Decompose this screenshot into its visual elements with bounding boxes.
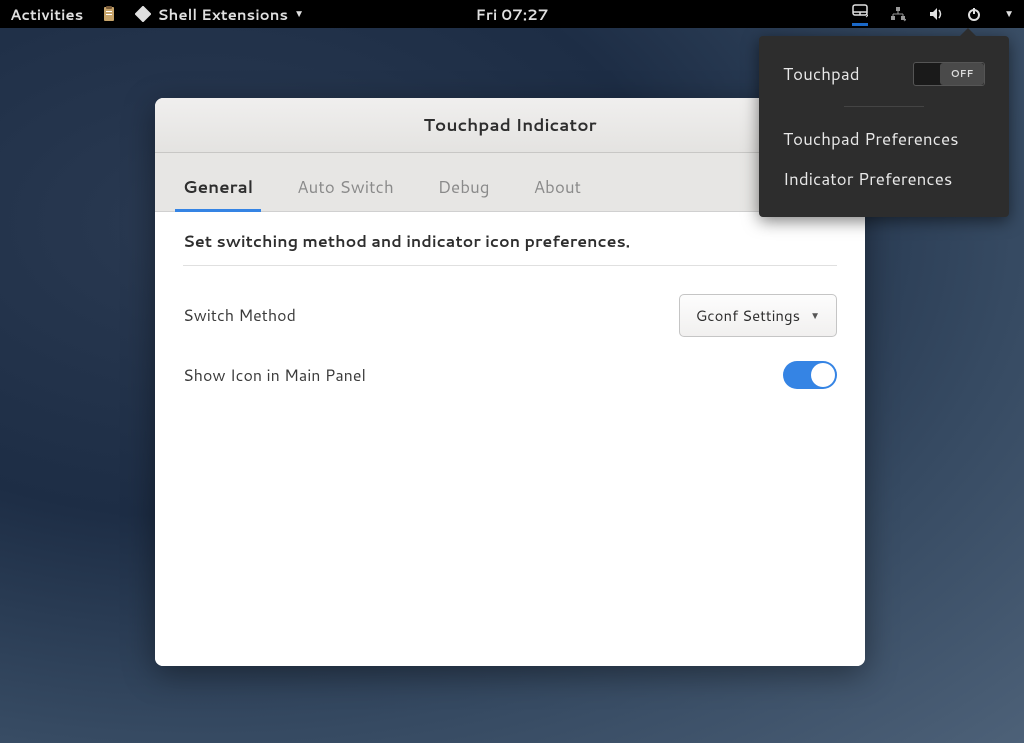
tab-general[interactable]: General bbox=[179, 167, 257, 211]
switch-method-combo[interactable]: Gconf Settings ▼ bbox=[679, 294, 837, 337]
panel-left: Activities Shell Extensions ▼ bbox=[10, 4, 304, 25]
chevron-down-icon: ▼ bbox=[810, 309, 820, 323]
svg-text:×: × bbox=[865, 9, 868, 19]
show-icon-switch[interactable] bbox=[783, 361, 837, 389]
clipboard-icon[interactable] bbox=[101, 6, 117, 22]
power-icon[interactable] bbox=[966, 6, 982, 22]
tab-about[interactable]: About bbox=[530, 167, 586, 211]
switch-method-value: Gconf Settings bbox=[696, 305, 800, 326]
touchpad-popup-menu: Touchpad OFF Touchpad Preferences Indica… bbox=[759, 36, 1009, 217]
tab-auto-switch[interactable]: Auto Switch bbox=[293, 167, 398, 211]
switch-method-row: Switch Method Gconf Settings ▼ bbox=[183, 282, 837, 349]
tab-debug[interactable]: Debug bbox=[434, 167, 494, 211]
window-title: Touchpad Indicator bbox=[424, 113, 597, 137]
svg-text:×: × bbox=[903, 15, 906, 22]
system-menu-arrow[interactable]: ▼ bbox=[1004, 7, 1014, 21]
activities-button[interactable]: Activities bbox=[10, 4, 83, 25]
app-menu[interactable]: Shell Extensions ▼ bbox=[135, 4, 304, 25]
switch-handle bbox=[811, 363, 835, 387]
indicator-preferences-item[interactable]: Indicator Preferences bbox=[783, 159, 985, 199]
volume-icon[interactable] bbox=[928, 6, 944, 22]
show-icon-label: Show Icon in Main Panel bbox=[183, 364, 366, 387]
chevron-down-icon: ▼ bbox=[294, 7, 304, 21]
network-icon[interactable]: × bbox=[890, 6, 906, 22]
top-panel: Activities Shell Extensions ▼ Fri 07:27 … bbox=[0, 0, 1024, 28]
touchpad-toggle[interactable]: OFF bbox=[913, 62, 985, 86]
touchpad-toggle-row: Touchpad OFF bbox=[783, 54, 985, 94]
toggle-state-label: OFF bbox=[940, 63, 984, 85]
window-content: Set switching method and indicator icon … bbox=[155, 212, 865, 666]
content-header: Set switching method and indicator icon … bbox=[183, 230, 837, 266]
panel-right: × × ▼ bbox=[852, 3, 1014, 26]
app-menu-label: Shell Extensions bbox=[157, 4, 288, 25]
clock[interactable]: Fri 07:27 bbox=[476, 4, 549, 25]
switch-method-label: Switch Method bbox=[183, 304, 296, 327]
show-icon-row: Show Icon in Main Panel bbox=[183, 349, 837, 401]
touchpad-label: Touchpad bbox=[783, 62, 860, 86]
popup-divider bbox=[844, 106, 925, 107]
touchpad-preferences-item[interactable]: Touchpad Preferences bbox=[783, 119, 985, 159]
touchpad-indicator-icon[interactable]: × bbox=[852, 3, 868, 26]
